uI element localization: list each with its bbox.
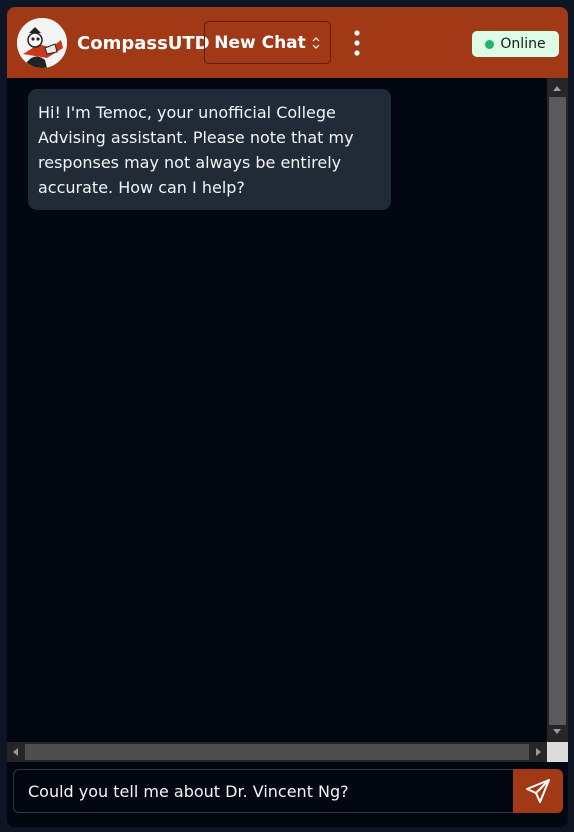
vertical-dots-icon — [354, 30, 360, 56]
scroll-up-icon[interactable] — [553, 86, 561, 91]
status-badge: Online — [472, 31, 559, 57]
app-title: CompassUTD — [77, 33, 210, 54]
scroll-right-icon[interactable] — [536, 748, 541, 756]
paper-plane-icon — [526, 779, 550, 803]
temoc-mascot-icon — [17, 18, 67, 68]
status-dot-icon — [485, 39, 495, 49]
new-chat-label: New Chat — [214, 32, 306, 53]
assistant-message: Hi! I'm Temoc, your unofficial College A… — [28, 89, 391, 210]
horizontal-scroll-thumb[interactable] — [25, 744, 529, 760]
vertical-scroll-thumb[interactable] — [549, 97, 566, 725]
vertical-scrollbar[interactable] — [547, 78, 568, 742]
scroll-left-icon[interactable] — [13, 748, 18, 756]
more-options-button[interactable] — [348, 29, 366, 57]
scrollbar-corner — [547, 742, 568, 762]
message-list: Hi! I'm Temoc, your unofficial College A… — [7, 78, 547, 742]
new-chat-dropdown[interactable]: New Chat — [204, 21, 331, 64]
horizontal-scrollbar[interactable] — [7, 742, 547, 762]
chat-window: CompassUTD New Chat Online Hi! I'm Temoc… — [7, 7, 568, 827]
app-frame: CompassUTD New Chat Online Hi! I'm Temoc… — [0, 0, 574, 832]
avatar — [17, 18, 67, 68]
chat-header: CompassUTD New Chat Online — [7, 7, 568, 78]
scroll-down-icon[interactable] — [553, 729, 561, 734]
chevron-up-down-icon — [312, 36, 320, 49]
send-button[interactable] — [513, 769, 563, 813]
message-input[interactable] — [13, 769, 513, 813]
composer — [7, 762, 568, 827]
status-label: Online — [500, 36, 546, 52]
